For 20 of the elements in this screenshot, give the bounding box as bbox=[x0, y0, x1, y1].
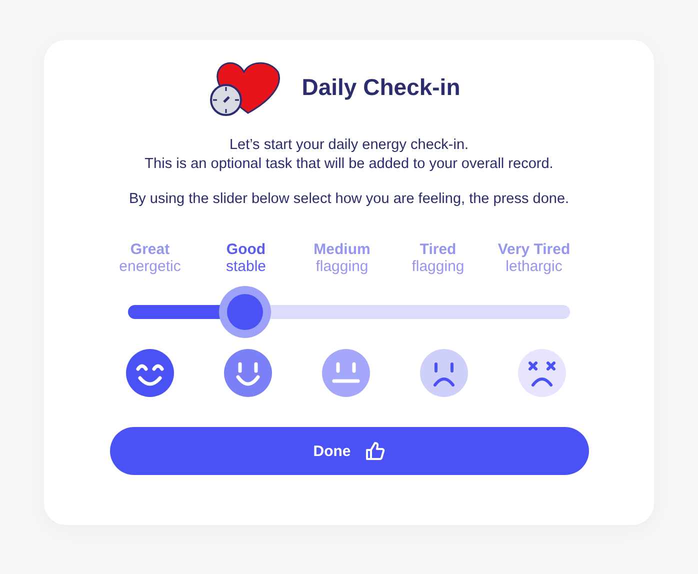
smiley-face-icon[interactable] bbox=[126, 349, 174, 397]
thumbs-up-icon bbox=[364, 441, 385, 461]
mood-sublabel: energetic bbox=[119, 258, 181, 275]
intro-text: Let’s start your daily energy check-in. bbox=[228, 136, 470, 155]
mood-label[interactable]: Very Tired bbox=[498, 241, 570, 258]
mood-label[interactable]: Good bbox=[226, 241, 266, 258]
mood-sublabel: flagging bbox=[316, 258, 368, 275]
mood-sublabel: stable bbox=[226, 258, 266, 275]
mood-label[interactable]: Tired bbox=[420, 241, 456, 258]
card-title: Daily Check-in bbox=[302, 74, 460, 100]
mood-label[interactable]: Great bbox=[130, 241, 170, 258]
mood-label[interactable]: Medium bbox=[314, 241, 370, 258]
dizzy-face-icon[interactable] bbox=[518, 349, 566, 397]
instruction-text: By using the slider below select how you are feeling, the press done. bbox=[128, 191, 570, 207]
done-button[interactable]: Done bbox=[110, 427, 588, 475]
intro-text: This is an optional task that will be added to your overall record. bbox=[144, 155, 554, 174]
smiley-face-icon[interactable] bbox=[224, 349, 272, 397]
sad-face-icon[interactable] bbox=[420, 349, 468, 397]
mood-sublabel: lethargic bbox=[506, 258, 562, 275]
mood-sublabel: flagging bbox=[412, 258, 464, 275]
